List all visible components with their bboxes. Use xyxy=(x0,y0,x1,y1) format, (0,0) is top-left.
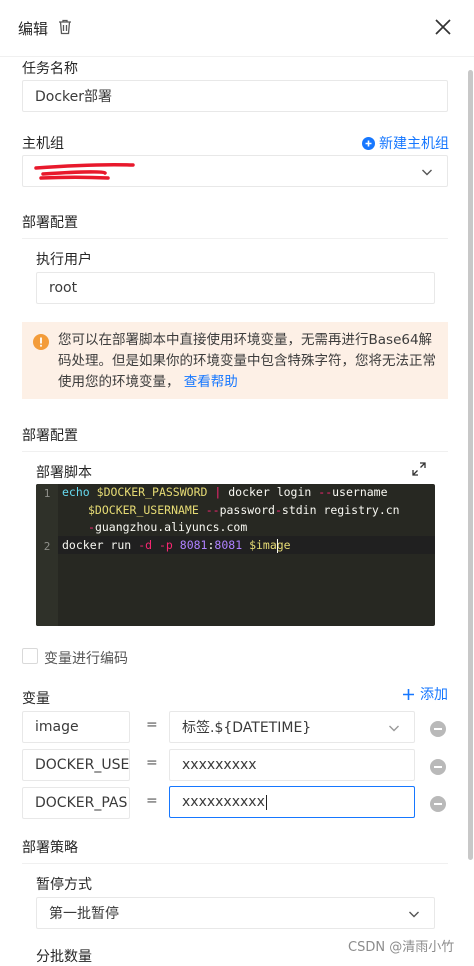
variable-value: xxxxxxxxxx xyxy=(182,794,265,810)
variables-label: 变量 xyxy=(22,691,50,707)
drawer-title: 编辑 xyxy=(18,20,49,38)
alert-text: 您可以在部署脚本中直接使用环境变量，无需再进行Base64解码处理。但是如果你的… xyxy=(58,332,436,390)
chevron-down-icon xyxy=(422,169,432,176)
new-host-group-label: 新建主机组 xyxy=(379,136,449,152)
batch-count-label: 分批数量 xyxy=(36,949,92,965)
divider xyxy=(22,863,448,864)
expand-icon[interactable] xyxy=(412,462,426,476)
equals-sign: = xyxy=(146,793,158,809)
host-group-select[interactable] xyxy=(22,155,448,187)
remove-variable-button[interactable] xyxy=(430,796,446,812)
code-line: echo $DOCKER_PASSWORD | docker login --u… xyxy=(62,485,388,499)
divider xyxy=(22,238,448,239)
text-cursor xyxy=(265,794,267,810)
host-group-label: 主机组 xyxy=(22,136,64,152)
add-variable-button[interactable]: 添加 xyxy=(402,684,448,704)
plus-icon xyxy=(403,688,414,700)
editor-gutter xyxy=(36,484,58,626)
chevron-down-icon xyxy=(409,911,419,918)
equals-sign: = xyxy=(146,755,158,771)
script-editor[interactable]: 1 2 echo $DOCKER_PASSWORD | docker login… xyxy=(36,484,435,626)
env-var-alert: 您可以在部署脚本中直接使用环境变量，无需再进行Base64解码处理。但是如果你的… xyxy=(22,322,448,399)
encode-checkbox[interactable] xyxy=(22,648,38,664)
drawer-header: 编辑 xyxy=(0,0,474,57)
task-name-input[interactable]: Docker部署 xyxy=(22,80,448,112)
remove-variable-button[interactable] xyxy=(430,759,446,775)
code-line: $DOCKER_USERNAME --password-stdin regist… xyxy=(88,502,400,517)
remove-variable-button[interactable] xyxy=(430,721,446,737)
variable-value-input-focused[interactable]: xxxxxxxxxx xyxy=(169,786,415,818)
add-variable-label: 添加 xyxy=(420,687,448,703)
code-line: -guangzhou.aliyuncs.com xyxy=(88,520,248,534)
pause-mode-value: 第一批暂停 xyxy=(49,906,119,922)
text-cursor xyxy=(277,539,278,553)
code-line: docker run -d -p 8081:8081 $image xyxy=(62,538,291,552)
variable-value-select[interactable]: 标签.${DATETIME} xyxy=(169,711,415,743)
script-config-title: 部署配置 xyxy=(22,428,78,444)
variable-value-input[interactable]: xxxxxxxxx xyxy=(169,749,415,781)
close-icon[interactable] xyxy=(434,18,452,36)
help-link[interactable]: 查看帮助 xyxy=(184,374,238,390)
warning-icon xyxy=(33,334,49,350)
plus-circle-icon xyxy=(362,136,375,150)
exec-user-input[interactable]: root xyxy=(36,272,435,304)
strategy-title: 部署策略 xyxy=(22,840,78,856)
encode-label: 变量进行编码 xyxy=(44,651,128,667)
line-number: 1 xyxy=(43,487,51,500)
divider xyxy=(22,451,448,452)
watermark: CSDN @清雨小竹 xyxy=(348,940,455,955)
scrollbar-thumb[interactable] xyxy=(468,70,473,860)
variable-key-input[interactable]: image xyxy=(22,711,130,743)
line-number: 2 xyxy=(43,540,51,553)
equals-sign: = xyxy=(146,717,158,733)
pause-mode-label: 暂停方式 xyxy=(36,877,92,893)
redacted-scribble xyxy=(34,162,135,180)
variable-key-input[interactable]: DOCKER_USEI xyxy=(22,749,130,781)
variable-value: 标签.${DATETIME} xyxy=(182,720,312,736)
variable-key-input[interactable]: DOCKER_PAS! xyxy=(22,787,130,819)
trash-icon[interactable] xyxy=(56,18,74,36)
pause-mode-select[interactable]: 第一批暂停 xyxy=(36,897,435,929)
task-name-label: 任务名称 xyxy=(22,61,78,77)
deploy-config-title: 部署配置 xyxy=(22,215,78,231)
exec-user-label: 执行用户 xyxy=(36,252,92,268)
chevron-down-icon xyxy=(389,725,399,732)
deploy-script-label: 部署脚本 xyxy=(36,465,92,481)
new-host-group-link[interactable]: 新建主机组 xyxy=(362,133,449,153)
